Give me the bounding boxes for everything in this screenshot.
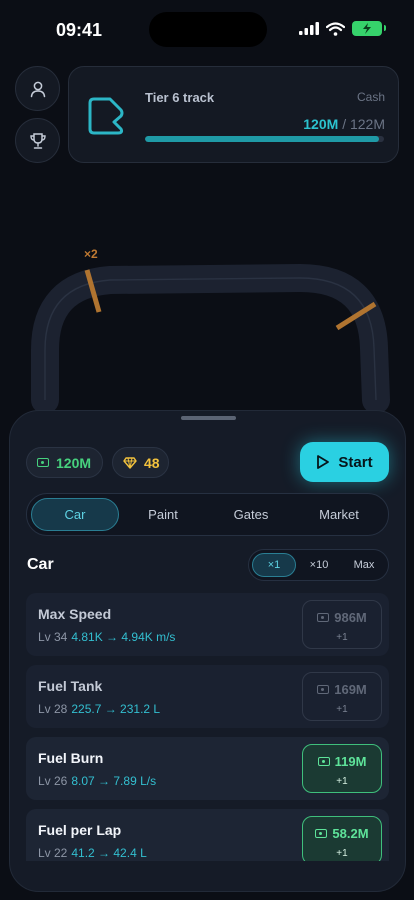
cash-icon — [315, 829, 328, 838]
upgrade-stat: Lv 22 41.2 → 42.4 L — [38, 846, 147, 860]
start-button-label: Start — [338, 453, 373, 471]
buy-button-fuel-per-lap[interactable]: 58.2M +1 — [302, 816, 382, 861]
upgrade-change: 8.07 → 7.89 L/s — [71, 774, 157, 788]
cash-balance: 120M — [26, 447, 103, 478]
track-card[interactable]: Tier 6 track Cash 120M / 122M — [68, 66, 399, 163]
cost-line: 169M — [303, 682, 381, 697]
tab-market[interactable]: Market — [295, 498, 383, 531]
profile-button[interactable] — [15, 66, 60, 111]
buy-button-max-speed[interactable]: 986M +1 — [302, 600, 382, 649]
signal-icon — [299, 22, 319, 35]
upgrade-list: Max Speed Lv 34 4.81K → 4.94K m/s 986M +1… — [26, 593, 389, 861]
section-title: Car — [27, 556, 54, 573]
upgrade-row-max-speed: Max Speed Lv 34 4.81K → 4.94K m/s 986M +1 — [26, 593, 389, 656]
upgrade-name: Fuel per Lap — [38, 822, 122, 838]
upgrade-name: Max Speed — [38, 606, 112, 622]
gate-multiplier-label: ×2 — [84, 247, 98, 261]
upgrade-level: Lv 26 — [38, 774, 68, 788]
buy-button-fuel-tank[interactable]: 169M +1 — [302, 672, 382, 721]
start-button[interactable]: Start — [300, 442, 389, 482]
cost-line: 986M — [303, 610, 381, 625]
upgrade-row-fuel-per-lap: Fuel per Lap Lv 22 41.2 → 42.4 L 58.2M +1 — [26, 809, 389, 861]
upgrade-stat: Lv 28 225.7 → 231.2 L — [38, 702, 160, 716]
cash-balance-value: 120M — [56, 454, 92, 471]
category-tabs: Car Paint Gates Market — [26, 493, 389, 536]
upgrade-cost: 119M — [334, 754, 367, 769]
status-time: 09:41 — [56, 20, 103, 40]
upgrade-stat: Lv 34 4.81K → 4.94K m/s — [38, 630, 175, 644]
upgrade-change: 4.81K → 4.94K m/s — [71, 630, 176, 644]
tab-gates[interactable]: Gates — [207, 498, 295, 531]
track-progress-fill — [145, 136, 380, 142]
upgrade-step: +1 — [336, 776, 348, 787]
sheet-handle[interactable] — [181, 416, 236, 420]
wifi-icon — [326, 21, 345, 36]
buy-multiplier-selector: ×1 ×10 Max — [248, 549, 389, 581]
cash-icon — [317, 613, 330, 622]
upgrade-cost: 169M — [334, 682, 367, 697]
trophy-icon — [29, 132, 46, 149]
track-cash-separator: / — [342, 116, 347, 132]
user-icon — [30, 81, 45, 97]
cash-icon — [317, 685, 330, 694]
upgrade-sheet: 120M 48 Start Car Paint Gates Market Car… — [9, 410, 406, 892]
multiplier-x1[interactable]: ×1 — [252, 553, 296, 577]
tab-car[interactable]: Car — [31, 498, 119, 531]
track-cash-current: 120M — [303, 116, 339, 132]
cash-icon — [37, 458, 49, 467]
dynamic-island — [149, 12, 267, 47]
status-bar: 09:41 — [0, 0, 414, 56]
play-icon — [317, 455, 330, 469]
upgrade-row-fuel-burn: Fuel Burn Lv 26 8.07 → 7.89 L/s 119M +1 — [26, 737, 389, 800]
upgrade-name: Fuel Burn — [38, 750, 104, 766]
battery-icon — [352, 21, 386, 36]
upgrade-cost: 986M — [334, 610, 367, 625]
gem-balance: 48 — [112, 447, 169, 478]
status-icons — [299, 21, 386, 36]
track-cash-progress: 120M / 122M — [303, 116, 385, 132]
track-title: Tier 6 track — [145, 90, 215, 105]
tab-paint[interactable]: Paint — [119, 498, 207, 531]
gem-balance-value: 48 — [144, 454, 160, 471]
track-shape-icon — [88, 97, 124, 135]
upgrade-step: +1 — [336, 704, 348, 715]
upgrade-step: +1 — [336, 848, 348, 859]
leaderboard-button[interactable] — [15, 118, 60, 163]
upgrade-change: 41.2 → 42.4 L — [71, 846, 147, 860]
gem-icon — [123, 456, 137, 469]
race-track — [31, 263, 390, 414]
upgrade-name: Fuel Tank — [38, 678, 103, 694]
multiplier-max[interactable]: Max — [342, 553, 386, 577]
upgrade-level: Lv 22 — [38, 846, 68, 860]
multiplier-x10[interactable]: ×10 — [297, 553, 341, 577]
upgrade-step: +1 — [336, 632, 348, 643]
cash-label: Cash — [356, 90, 385, 104]
upgrade-row-fuel-tank: Fuel Tank Lv 28 225.7 → 231.2 L 169M +1 — [26, 665, 389, 728]
upgrade-cost: 58.2M — [332, 826, 369, 841]
cash-icon — [317, 757, 330, 766]
track-progress-bar — [145, 136, 384, 142]
upgrade-stat: Lv 26 8.07 → 7.89 L/s — [38, 774, 156, 788]
track-cash-target: 122M — [349, 116, 385, 132]
upgrade-level: Lv 34 — [38, 630, 68, 644]
upgrade-level: Lv 28 — [38, 702, 68, 716]
buy-button-fuel-burn[interactable]: 119M +1 — [302, 744, 382, 793]
cost-line: 58.2M — [303, 826, 381, 841]
upgrade-change: 225.7 → 231.2 L — [71, 702, 161, 716]
cost-line: 119M — [303, 754, 381, 769]
